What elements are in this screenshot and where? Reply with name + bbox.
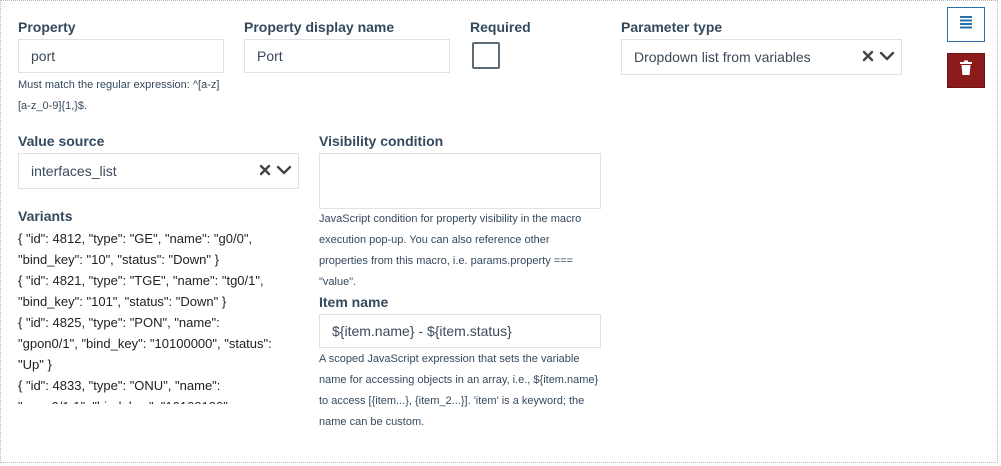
required-label: Required: [470, 19, 531, 35]
visibility-hint: JavaScript condition for property visibi…: [319, 209, 609, 293]
item-name-label: Item name: [319, 294, 389, 310]
parameter-type-controls: [861, 40, 895, 74]
chevron-down-icon[interactable]: [276, 163, 292, 180]
variant-line: "Up" }: [18, 357, 52, 372]
item-name-hint-line: name for accessing objects in an array, …: [319, 374, 599, 386]
parameter-type-value: Dropdown list from variables: [634, 49, 811, 65]
item-name-hint-line: to access [{item...}, {item_2...}]. 'ite…: [319, 395, 585, 407]
property-value: port: [31, 48, 56, 64]
value-source-value: interfaces_list: [31, 163, 117, 179]
property-label: Property: [18, 19, 76, 35]
variant-line: { "id": 4821, "type": "TGE", "name": "tg…: [18, 273, 264, 288]
variant-line: { "id": 4812, "type": "GE", "name": "g0/…: [18, 231, 253, 246]
variants-label: Variants: [18, 208, 73, 224]
display-name-label: Property display name: [244, 19, 395, 35]
visibility-hint-line: properties from this macro, i.e. params.…: [319, 255, 574, 267]
item-name-hint: A scoped JavaScript expression that sets…: [319, 349, 614, 433]
value-source-select[interactable]: interfaces_list: [18, 153, 299, 189]
value-source-label: Value source: [18, 133, 105, 149]
property-hint-line-2: [a-z_0-9]{1,}$.: [18, 100, 88, 112]
visibility-hint-line: execution pop-up. You can also reference…: [319, 234, 550, 246]
property-input[interactable]: port: [18, 39, 224, 73]
display-name-value: Port: [257, 48, 283, 64]
variants-list: { "id": 4812, "type": "GE", "name": "g0/…: [18, 228, 303, 404]
list-icon: [959, 15, 973, 34]
close-icon[interactable]: [258, 163, 272, 180]
visibility-label: Visibility condition: [319, 133, 444, 149]
menu-button[interactable]: [947, 7, 985, 42]
visibility-hint-line: "value".: [319, 276, 357, 288]
trash-icon: [959, 60, 973, 81]
variant-line: "gpon0/1", "bind_key": "10100000", "stat…: [18, 336, 272, 351]
variant-line: { "id": 4825, "type": "PON", "name":: [18, 315, 220, 330]
delete-button[interactable]: [947, 53, 985, 88]
display-name-input[interactable]: Port: [244, 39, 450, 73]
variant-line: "bind_key": "10", "status": "Down" }: [18, 252, 219, 267]
value-source-controls: [258, 154, 292, 188]
visibility-textarea[interactable]: [319, 153, 601, 209]
macro-property-editor: Property port Must match the regular exp…: [0, 0, 998, 463]
item-name-input[interactable]: ${item.name} - ${item.status}: [319, 314, 601, 348]
required-checkbox[interactable]: [472, 42, 500, 69]
parameter-type-label: Parameter type: [621, 19, 723, 35]
item-name-hint-line: name can be custom.: [319, 416, 425, 428]
item-name-hint-line: A scoped JavaScript expression that sets…: [319, 353, 580, 365]
chevron-down-icon[interactable]: [879, 49, 895, 66]
close-icon[interactable]: [861, 49, 875, 66]
property-hint: Must match the regular expression: ^[a-z…: [18, 75, 219, 117]
item-name-value: ${item.name} - ${item.status}: [332, 323, 512, 339]
property-hint-line-1: Must match the regular expression: ^[a-z…: [18, 79, 220, 91]
parameter-type-select[interactable]: Dropdown list from variables: [621, 39, 902, 75]
variant-line: "bind_key": "101", "status": "Down" }: [18, 294, 227, 309]
variant-line: "gpon0/1:1", "bind_key": "10100100",: [18, 396, 303, 404]
variant-line: { "id": 4833, "type": "ONU", "name":: [18, 378, 221, 393]
visibility-hint-line: JavaScript condition for property visibi…: [319, 213, 582, 225]
